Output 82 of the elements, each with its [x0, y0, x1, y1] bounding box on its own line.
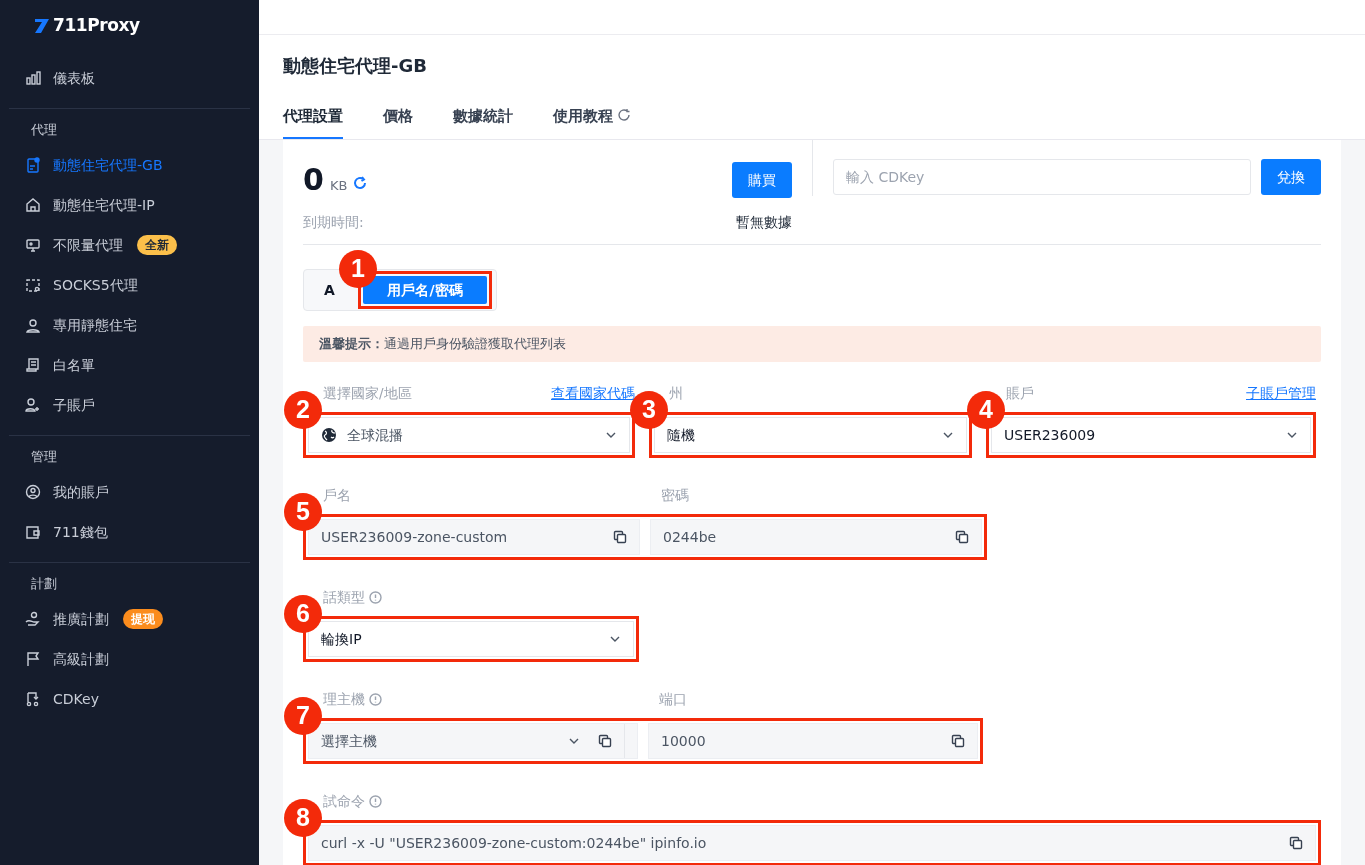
copy-icon	[598, 734, 612, 748]
wallet-icon	[25, 524, 41, 540]
number-badge: 4	[967, 391, 1005, 429]
copy-field[interactable]: 選擇主機	[308, 723, 638, 759]
sidebar-item[interactable]: 白名單	[0, 345, 259, 385]
traffic-unit: KB	[329, 177, 348, 195]
section-heading: 管理	[30, 448, 58, 467]
logo-text: 711Proxy	[53, 14, 140, 38]
sidebar-item[interactable]: 子賬戶	[0, 385, 259, 425]
sidebar-item[interactable]: 動態住宅代理-IP	[0, 185, 259, 225]
field-label: 話類型	[323, 587, 365, 607]
add-user-icon	[25, 397, 41, 413]
select-field[interactable]: USER236009	[991, 417, 1311, 453]
auth-tab[interactable]: 用戶名/密碼	[363, 276, 487, 304]
copy-field[interactable]: USER236009-zone-custom	[308, 519, 640, 555]
field-label: 試命令	[323, 791, 365, 811]
page-title: 動態住宅代理-GB	[283, 54, 428, 78]
home-icon	[25, 197, 41, 213]
sidebar-item[interactable]: 動態住宅代理-GB	[0, 145, 259, 185]
info-icon	[369, 590, 382, 604]
key-route-icon	[25, 691, 41, 707]
sidebar-item[interactable]: 推廣計劃 提现	[0, 599, 259, 639]
select-field[interactable]: 隨機	[654, 417, 967, 453]
copy-icon	[1289, 836, 1303, 850]
field-label: 戶名	[323, 485, 351, 505]
cdkey-input[interactable]: 輸入 CDKey	[833, 159, 1251, 195]
number-badge: 1	[339, 250, 377, 288]
sidebar-item[interactable]: 專用靜態住宅	[0, 305, 259, 345]
field-label: 選擇國家/地區	[323, 383, 412, 403]
new-badge: 提现	[123, 609, 163, 629]
tip-banner: 溫馨提示：通過用戶身份驗證獲取代理列表	[303, 326, 1321, 362]
number-badge: 7	[284, 697, 322, 735]
document-icon	[25, 157, 41, 173]
sidebar-item[interactable]: CDKey	[0, 679, 259, 719]
sidebar-item[interactable]: 我的賬戶	[0, 472, 259, 512]
link[interactable]: 子賬戶管理	[1246, 382, 1316, 404]
traffic-value: 0	[303, 162, 324, 198]
select-field[interactable]: 全球混播	[308, 417, 630, 453]
sidebar-item[interactable]: 儀表板	[0, 58, 259, 98]
sidebar-item[interactable]: 不限量代理 全新	[0, 225, 259, 265]
buy-button[interactable]: 購買	[732, 162, 792, 198]
copy-icon	[955, 530, 969, 544]
frame-icon	[25, 277, 41, 293]
sidebar-item[interactable]: 711錢包	[0, 512, 259, 552]
person-pin-icon	[25, 317, 41, 333]
number-badge: 5	[284, 493, 322, 531]
hand-coin-icon	[25, 611, 41, 627]
number-badge: 8	[284, 799, 322, 837]
refresh-icon	[353, 176, 368, 190]
number-badge: 6	[284, 595, 322, 633]
field-label: 賬戶	[1006, 383, 1034, 403]
sidebar-item[interactable]: 高級計劃	[0, 639, 259, 679]
chart-icon	[25, 70, 41, 86]
tab[interactable]: 價格	[383, 105, 413, 139]
monitor-icon	[25, 237, 41, 253]
info-icon	[369, 794, 382, 808]
field-label: 州	[669, 383, 683, 403]
field-label: 端口	[659, 689, 687, 709]
copy-field[interactable]: curl -x -U "USER236009-zone-custom:0244be" ipinfo.io	[308, 825, 1316, 861]
copy-icon	[613, 530, 627, 544]
globe-icon	[321, 427, 337, 443]
tab[interactable]: 數據統計	[453, 105, 513, 139]
user-circle-icon	[25, 484, 41, 500]
info-icon	[369, 692, 382, 706]
section-heading: 計劃	[30, 575, 58, 594]
field-label: 密碼	[661, 485, 689, 505]
redeem-button[interactable]: 兌換	[1261, 159, 1321, 195]
section-heading: 代理	[30, 121, 58, 140]
refresh-link-icon	[617, 108, 631, 122]
sidebar-item[interactable]: SOCKS5代理	[0, 265, 259, 305]
copy-field[interactable]: 10000	[648, 723, 978, 759]
field-label: 理主機	[323, 689, 365, 709]
tab[interactable]: 使用教程	[553, 105, 631, 139]
number-badge: 2	[284, 391, 322, 429]
copy-icon	[951, 734, 965, 748]
new-badge: 全新	[137, 235, 177, 255]
expiry-value: 暫無數據	[736, 212, 792, 232]
flag-icon	[25, 651, 41, 667]
expiry-label: 到期時間:	[303, 212, 364, 232]
scroll-icon	[25, 357, 41, 373]
copy-field[interactable]: 0244be	[650, 519, 982, 555]
select-field[interactable]: 輪換IP	[308, 621, 634, 657]
